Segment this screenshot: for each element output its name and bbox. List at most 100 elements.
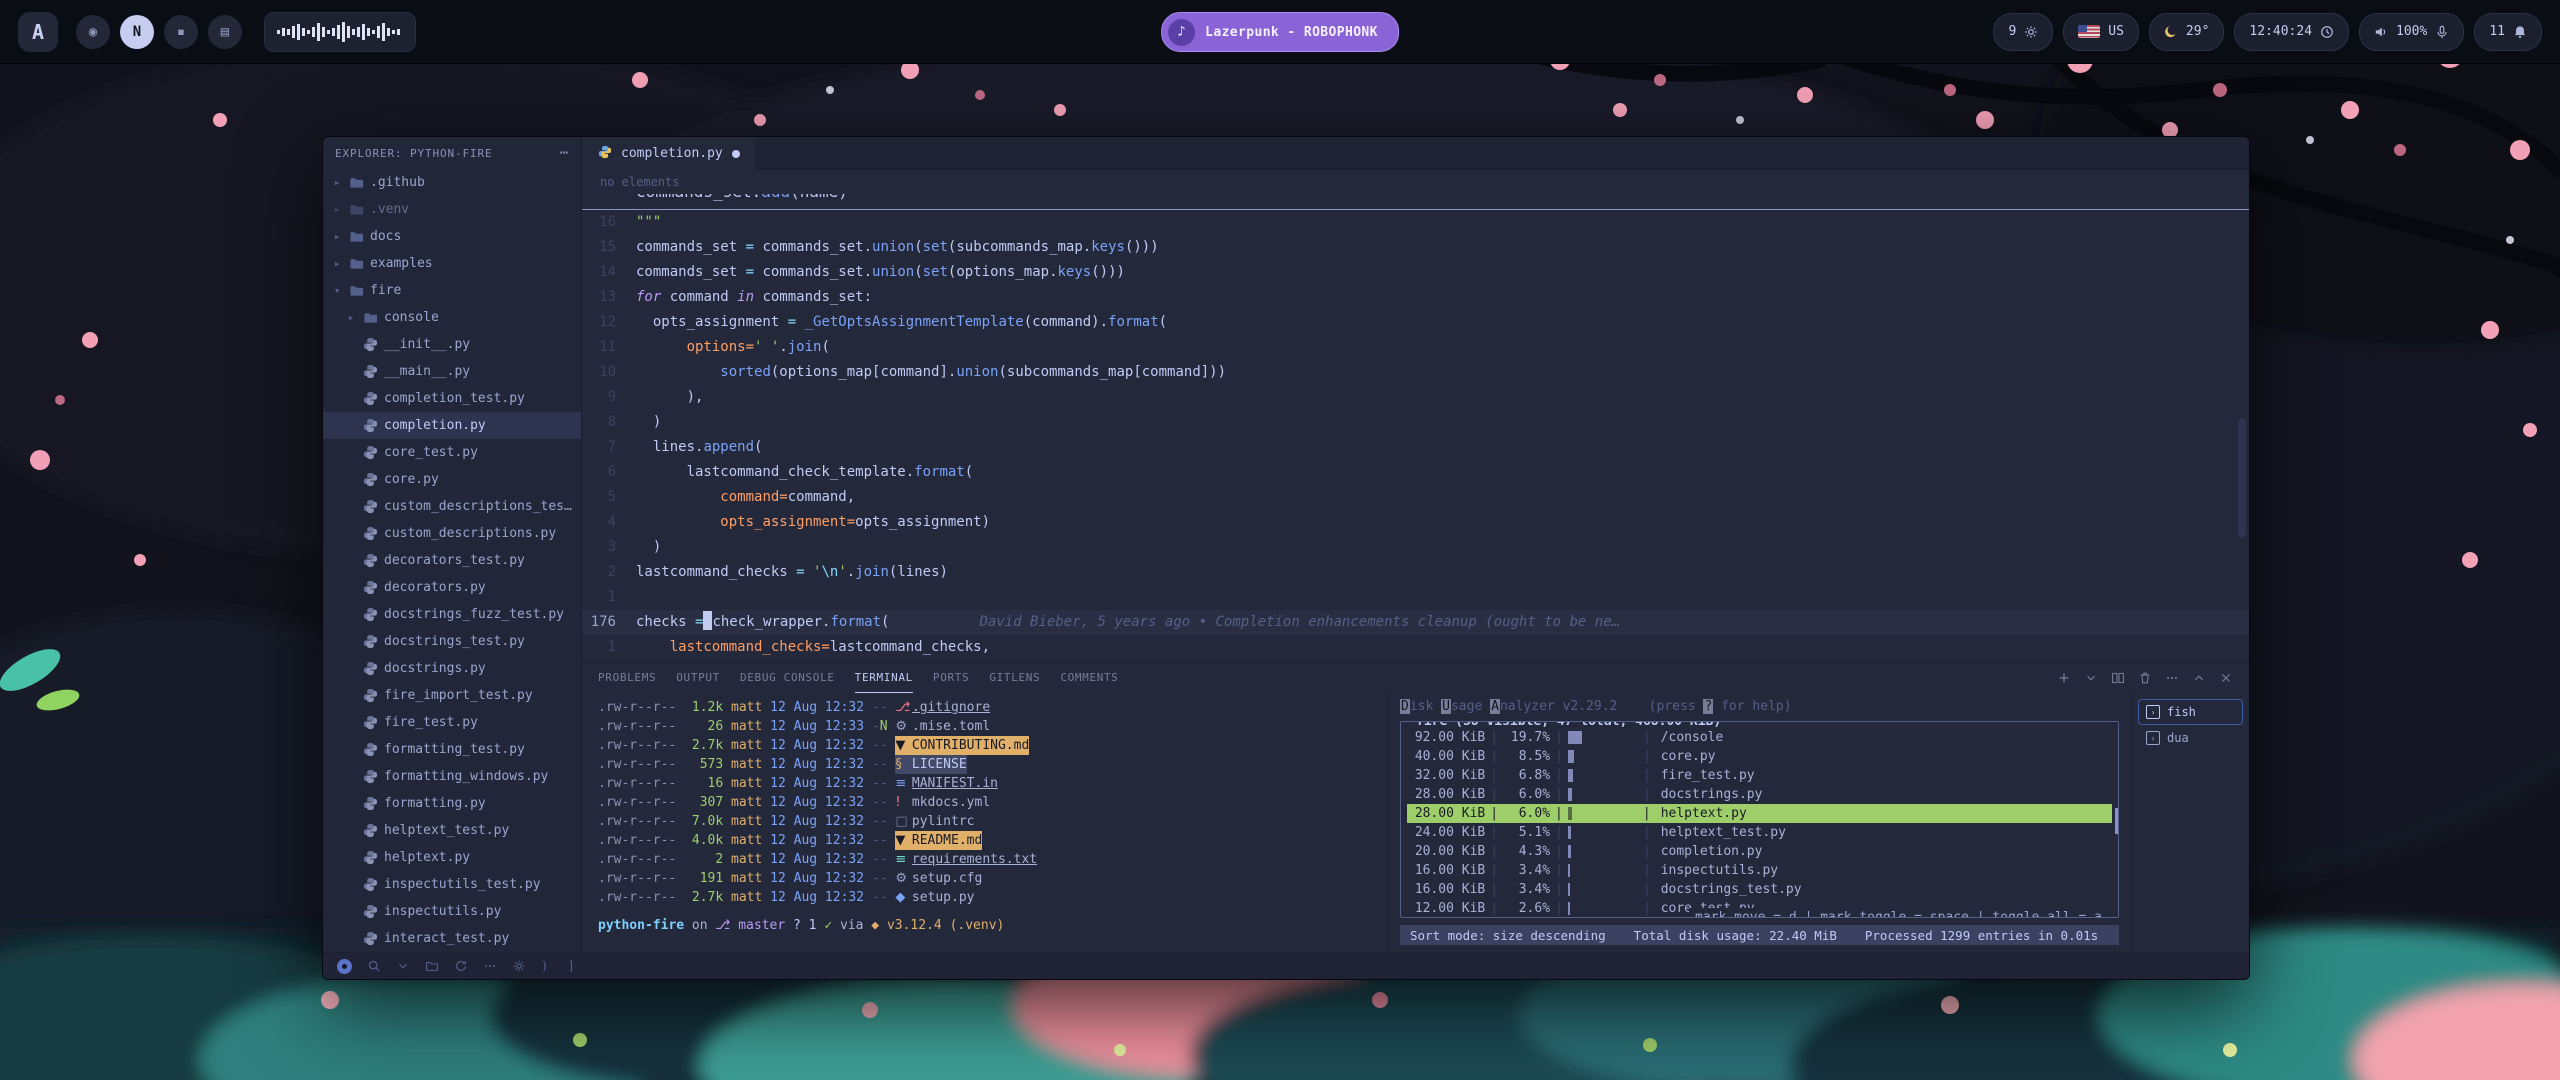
dua-row[interactable]: 32.00 KiB|6.8%||fire_test.py [1407,766,2112,785]
more-icon[interactable] [483,959,497,973]
chevron-down-icon[interactable] [396,959,410,973]
tree-file-docstrings_fuzz_test.py[interactable]: docstrings_fuzz_test.py [323,601,581,628]
terminal-fish[interactable]: .rw-r--r--1.2kmatt12 Aug 12:32--⎇ .gitig… [582,693,1387,952]
sync-icon[interactable] [454,959,468,973]
code-line[interactable]: 13for command in commands_set: [582,285,2249,310]
settings-gear-icon[interactable] [512,959,526,973]
code-line[interactable]: 2lastcommand_checks = '\n'.join(lines) [582,560,2249,585]
code-line[interactable]: 6 lastcommand_check_template.format( [582,460,2249,485]
tree-folder-console[interactable]: ▸console [323,304,581,331]
maximize-panel-icon[interactable] [2192,671,2206,685]
dua-row[interactable]: 20.00 KiB|4.3%||completion.py [1407,842,2112,861]
explorer-more-actions-icon[interactable]: ⋯ [560,145,569,161]
remote-indicator[interactable] [337,959,352,974]
panel-tab-output[interactable]: OUTPUT [676,663,720,693]
tree-folder-fire[interactable]: ▾fire [323,277,581,304]
dua-row[interactable]: 40.00 KiB|8.5%||core.py [1407,747,2112,766]
tree-file-fire_import_test.py[interactable]: fire_import_test.py [323,682,581,709]
code-line[interactable]: 14commands_set = commands_set.union(set(… [582,260,2249,285]
dua-scrollbar[interactable] [2115,808,2119,834]
split-terminal-icon[interactable] [2111,671,2125,685]
modified-indicator[interactable] [732,150,740,158]
code-line[interactable]: 10 sorted(options_map[command].union(sub… [582,360,2249,385]
tree-file-helptext_test.py[interactable]: helptext_test.py [323,817,581,844]
tree-file-fire_test.py[interactable]: fire_test.py [323,709,581,736]
code-line[interactable]: 12 opts_assignment = _GetOptsAssignmentT… [582,310,2249,335]
search-icon[interactable] [367,959,381,973]
terminal-list-item-fish[interactable]: ›fish [2138,699,2243,725]
panel-tab-gitlens[interactable]: GITLENS [989,663,1040,693]
dua-row[interactable]: 16.00 KiB|3.4%||inspectutils.py [1407,861,2112,880]
code-editor[interactable]: 16"""15commands_set = commands_set.union… [582,210,2249,662]
tree-file-decorators.py[interactable]: decorators.py [323,574,581,601]
tree-file-inspectutils.py[interactable]: inspectutils.py [323,898,581,925]
tree-file-custom_descriptions.py[interactable]: custom_descriptions.py [323,520,581,547]
clock-pill[interactable]: 12:40:24 [2234,13,2349,51]
dua-row[interactable]: 28.00 KiB|6.0%||helptext.py [1407,804,2112,823]
tree-folder-docs[interactable]: ▸docs [323,223,581,250]
dua-row[interactable]: 28.00 KiB|6.0%||docstrings.py [1407,785,2112,804]
tab-completion-py[interactable]: completion.py [582,137,757,170]
tree-folder-examples[interactable]: ▸examples [323,250,581,277]
code-line[interactable]: 9 ), [582,385,2249,410]
terminal-list-item-dua[interactable]: ›dua [2138,725,2243,751]
panel-tab-ports[interactable]: PORTS [933,663,969,693]
code-line[interactable]: 1 lastcommand_checks=lastcommand_checks, [582,635,2249,660]
tree-file-__main__.py[interactable]: __main__.py [323,358,581,385]
workspace-button[interactable]: ▤ [208,15,242,49]
tree-file-formatting_windows.py[interactable]: formatting_windows.py [323,763,581,790]
tree-file-docstrings_test.py[interactable]: docstrings_test.py [323,628,581,655]
code-line[interactable]: 8 ) [582,410,2249,435]
code-line[interactable]: 16""" [582,210,2249,235]
editor-scrollbar[interactable] [2238,418,2246,538]
workspace-button[interactable]: ▪ [164,15,198,49]
workspace-button[interactable]: N [120,15,154,49]
tree-file-core.py[interactable]: core.py [323,466,581,493]
tree-file-decorators_test.py[interactable]: decorators_test.py [323,547,581,574]
tree-file-completion.py[interactable]: completion.py [323,412,581,439]
panel-tab-comments[interactable]: COMMENTS [1060,663,1118,693]
tree-file-completion_test.py[interactable]: completion_test.py [323,385,581,412]
tree-file-inspectutils_test.py[interactable]: inspectutils_test.py [323,871,581,898]
tree-folder-.github[interactable]: ▸.github [323,169,581,196]
tree-file-formatting_test.py[interactable]: formatting_test.py [323,736,581,763]
code-line[interactable]: 11 options=' '.join( [582,335,2249,360]
notifications-pill[interactable]: 11 [2474,13,2542,51]
tree-file-custom_descriptions_test.py[interactable]: custom_descriptions_test.py [323,493,581,520]
panel-tab-problems[interactable]: PROBLEMS [598,663,656,693]
breadcrumb[interactable]: no elements [582,170,2249,194]
tree-file-helptext.py[interactable]: helptext.py [323,844,581,871]
dua-row[interactable]: 16.00 KiB|3.4%||docstrings_test.py [1407,880,2112,899]
code-line[interactable]: 5 command=command, [582,485,2249,510]
code-line[interactable]: 3 ) [582,535,2249,560]
folder-icon[interactable] [425,959,439,973]
tree-file-interact_test.py[interactable]: interact_test.py [323,925,581,952]
terminal-dua[interactable]: Disk Usage Analyzer v2.29.2 (press ? for… [1387,693,2131,952]
code-line[interactable]: 4 opts_assignment=opts_assignment) [582,510,2249,535]
audio-visualizer[interactable] [264,12,416,52]
tree-file-__init__.py[interactable]: __init__.py [323,331,581,358]
updates-pill[interactable]: 9 [1993,13,2053,51]
workspace-button[interactable]: ◉ [76,15,110,49]
tree-file-formatting.py[interactable]: formatting.py [323,790,581,817]
panel-more-icon[interactable] [2165,671,2179,685]
code-line[interactable]: 15commands_set = commands_set.union(set(… [582,235,2249,260]
code-line[interactable]: 7 lines.append( [582,435,2249,460]
tree-folder-.venv[interactable]: ▸.venv [323,196,581,223]
app-launcher-button[interactable]: A [18,12,58,52]
code-line[interactable]: 176checks =check_wrapper.format(David Bi… [582,610,2249,635]
tree-file-docstrings.py[interactable]: docstrings.py [323,655,581,682]
keyboard-layout-pill[interactable]: US [2063,13,2139,51]
code-line[interactable]: 1 [582,585,2249,610]
panel-tab-terminal[interactable]: TERMINAL [855,663,913,693]
close-panel-icon[interactable] [2219,671,2233,685]
weather-pill[interactable]: 29° [2149,13,2224,51]
panel-tab-debug-console[interactable]: DEBUG CONSOLE [740,663,835,693]
music-pill[interactable]: ♪ Lazerpunk - ROBOPHONK [1161,12,1399,52]
terminal-profile-chevron-icon[interactable] [2084,671,2098,685]
kill-terminal-icon[interactable] [2138,671,2152,685]
tree-file-core_test.py[interactable]: core_test.py [323,439,581,466]
new-terminal-icon[interactable] [2057,671,2071,685]
volume-pill[interactable]: 100% [2359,13,2464,51]
dua-row[interactable]: 24.00 KiB|5.1%||helptext_test.py [1407,823,2112,842]
